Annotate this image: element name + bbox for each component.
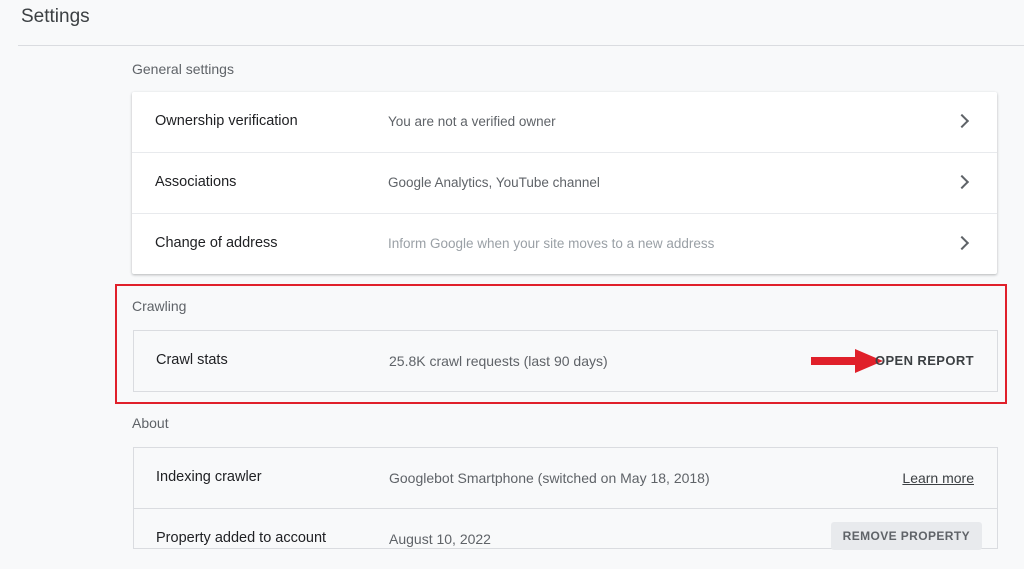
row-title: Indexing crawler — [156, 469, 262, 485]
settings-row-associations[interactable]: Associations Google Analytics, YouTube c… — [132, 153, 997, 214]
row-value: August 10, 2022 — [389, 531, 491, 547]
row-title: Property added to account — [156, 530, 327, 546]
remove-property-button[interactable]: REMOVE PROPERTY — [830, 522, 982, 550]
row-value: Google Analytics, YouTube channel — [388, 175, 600, 190]
settings-row-change-of-address[interactable]: Change of address Inform Google when you… — [132, 214, 997, 274]
header-divider — [18, 45, 1024, 46]
row-value: 25.8K crawl requests (last 90 days) — [389, 353, 608, 369]
row-value: You are not a verified owner — [388, 114, 556, 129]
section-label-about: About — [132, 415, 169, 431]
about-row-indexing-crawler: Indexing crawler Googlebot Smartphone (s… — [134, 448, 997, 509]
about-row-property-added: Property added to account August 10, 202… — [134, 509, 997, 569]
red-arrow-icon — [811, 349, 883, 373]
row-title: Crawl stats — [156, 352, 228, 368]
chevron-right-icon[interactable] — [954, 174, 970, 190]
settings-row-ownership-verification[interactable]: Ownership verification You are not a ver… — [132, 92, 997, 153]
row-value: Googlebot Smartphone (switched on May 18… — [389, 470, 710, 486]
learn-more-link[interactable]: Learn more — [902, 470, 974, 486]
crawl-stats-row: Crawl stats 25.8K crawl requests (last 9… — [133, 330, 998, 392]
top-bar: Settings — [0, 0, 1024, 46]
about-card: Indexing crawler Googlebot Smartphone (s… — [133, 447, 998, 550]
page-title: Settings — [21, 6, 90, 27]
open-report-button[interactable]: OPEN REPORT — [875, 353, 974, 368]
row-title: Associations — [155, 174, 237, 190]
chevron-right-icon[interactable] — [954, 235, 970, 251]
row-value: Inform Google when your site moves to a … — [388, 236, 715, 251]
general-settings-card: Ownership verification You are not a ver… — [132, 92, 997, 274]
section-label-general: General settings — [132, 61, 234, 77]
row-title: Ownership verification — [155, 113, 298, 129]
row-title: Change of address — [155, 235, 278, 251]
section-label-crawling: Crawling — [132, 298, 187, 314]
chevron-right-icon[interactable] — [954, 113, 970, 129]
